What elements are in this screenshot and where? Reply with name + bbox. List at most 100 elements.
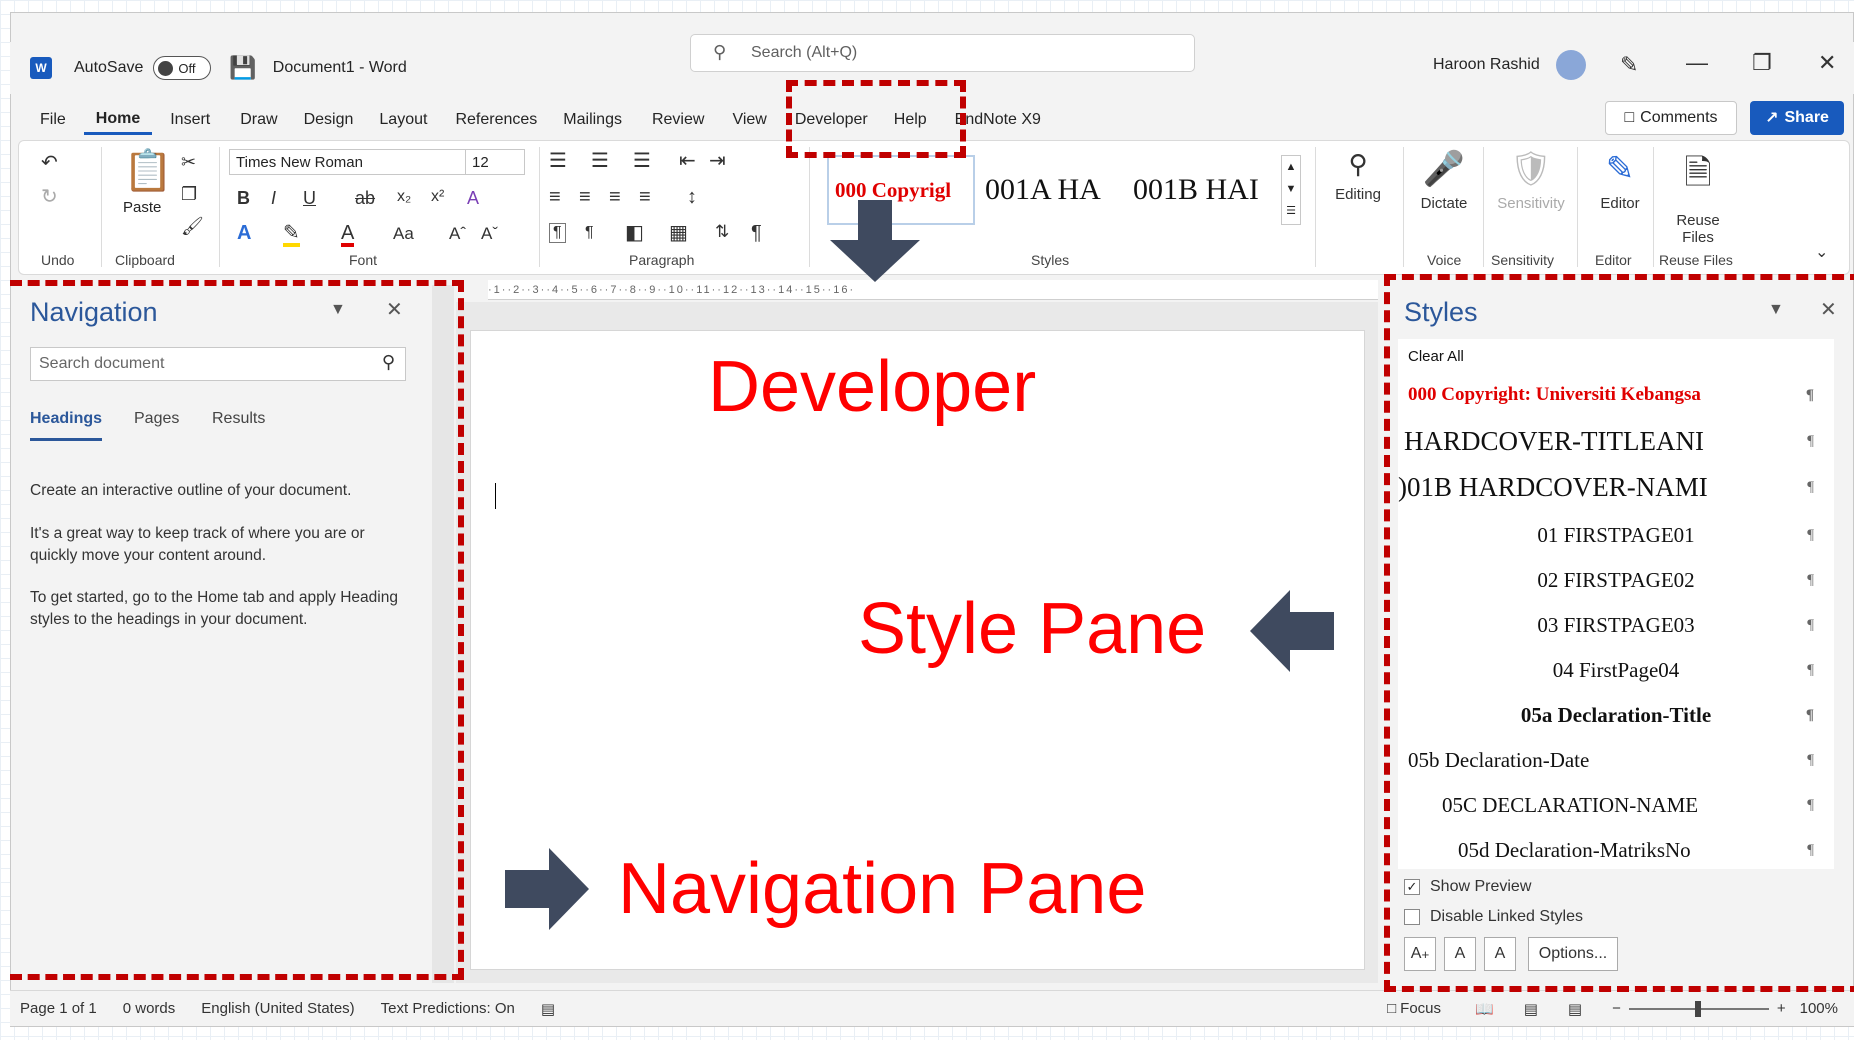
redo-icon[interactable]: ↻	[41, 187, 58, 207]
microphone-icon: 🎤	[1422, 150, 1466, 188]
page-count[interactable]: Page 1 of 1	[20, 1000, 97, 1017]
comments-label: Comments	[1640, 109, 1718, 126]
reuse-files-icon: 🗎	[1684, 154, 1712, 192]
reuse-label-2: Files	[1682, 229, 1714, 246]
tab-file[interactable]: File	[28, 105, 78, 135]
divider	[1315, 147, 1316, 267]
rtl-icon[interactable]: ¶	[585, 225, 594, 241]
tab-draw[interactable]: Draw	[228, 105, 289, 135]
zoom-out-icon[interactable]: −	[1612, 1000, 1621, 1017]
font-color-icon[interactable]: A	[341, 223, 355, 247]
comments-button[interactable]: □ Comments	[1605, 101, 1737, 135]
font-name-dropdown[interactable]: Times New Roman	[229, 149, 479, 175]
autosave-toggle[interactable]: Off	[153, 56, 212, 80]
shading-icon[interactable]: ◧	[625, 223, 644, 243]
underline-icon[interactable]: U	[303, 189, 316, 207]
user-name[interactable]: Haroon Rashid	[1433, 56, 1540, 74]
divider	[1403, 147, 1404, 267]
dictate-button[interactable]: 🎤 Dictate	[1405, 149, 1483, 212]
close-icon[interactable]: ✕	[1818, 50, 1836, 76]
tab-view[interactable]: View	[720, 105, 778, 135]
save-icon[interactable]: 💾	[229, 55, 256, 81]
divider	[539, 147, 540, 267]
reuse-files-button[interactable]: 🗎 Reuse Files	[1659, 149, 1737, 246]
font-size-dropdown[interactable]: 12	[465, 149, 525, 175]
borders-icon[interactable]: ▦	[669, 223, 688, 243]
tab-design[interactable]: Design	[292, 105, 366, 135]
align-left-icon[interactable]: ≡	[549, 187, 561, 207]
editing-label: Editing	[1335, 186, 1381, 203]
web-layout-icon[interactable]: ▤	[1568, 1000, 1582, 1018]
toggle-knob	[158, 60, 174, 76]
zoom-slider[interactable]	[1628, 1000, 1769, 1017]
line-spacing-icon[interactable]: ↕	[687, 187, 697, 207]
print-layout-icon[interactable]: ▤	[1524, 1000, 1538, 1018]
divider	[1653, 147, 1654, 267]
style-gallery-scroll[interactable]: ▲ ▼ ☰	[1281, 155, 1301, 225]
show-marks-icon[interactable]: ¶	[751, 223, 762, 243]
tab-references[interactable]: References	[443, 105, 549, 135]
justify-icon[interactable]: ≡	[639, 187, 651, 207]
highlight-icon[interactable]: ✎	[283, 223, 300, 247]
focus-label[interactable]: Focus	[1400, 1000, 1441, 1017]
collapse-ribbon-icon[interactable]: ⌄	[1815, 245, 1828, 261]
tab-mailings[interactable]: Mailings	[551, 105, 634, 135]
tab-layout[interactable]: Layout	[367, 105, 439, 135]
horizontal-ruler[interactable]: ·1··2··3··4··5··6··7··8··9··10··11··12··…	[488, 280, 1378, 300]
text-effects-icon[interactable]: A	[237, 223, 251, 243]
style-gallery-item[interactable]: 001A HA	[979, 155, 1125, 225]
zoom-thumb[interactable]	[1694, 1000, 1701, 1017]
comment-icon: □	[1624, 109, 1635, 126]
style-gallery-item[interactable]: 001B HAI	[1127, 155, 1277, 225]
subscript-icon[interactable]: x₂	[397, 189, 411, 205]
avatar[interactable]	[1556, 50, 1586, 80]
navigation-pane-highlight-box	[10, 280, 464, 980]
pen-icon[interactable]: ✎	[1620, 52, 1638, 78]
align-right-icon[interactable]: ≡	[609, 187, 621, 207]
decrease-indent-icon[interactable]: ⇤	[679, 151, 696, 171]
focus-icon[interactable]: □	[1387, 1000, 1396, 1017]
shrink-font-icon[interactable]: Aˇ	[481, 225, 498, 242]
editor-icon: ✎	[1605, 150, 1635, 188]
search-box[interactable]: ⚲ Search (Alt+Q)	[690, 34, 1195, 72]
sensitivity-button[interactable]: 🛡 Sensitivity	[1489, 149, 1573, 212]
autosave-label: AutoSave	[74, 59, 144, 76]
language[interactable]: English (United States)	[201, 1000, 354, 1017]
tab-home[interactable]: Home	[83, 105, 153, 135]
change-case-icon[interactable]: Aa	[393, 225, 414, 242]
increase-indent-icon[interactable]: ⇥	[709, 151, 726, 171]
clear-formatting-icon[interactable]: A	[467, 189, 479, 207]
zoom-in-icon[interactable]: +	[1777, 1000, 1786, 1017]
multilevel-list-icon[interactable]: ☰	[633, 151, 651, 171]
cut-icon[interactable]: ✂	[181, 153, 196, 171]
format-painter-icon[interactable]: 🖌	[181, 217, 204, 235]
numbering-icon[interactable]: ☰	[591, 151, 609, 171]
zoom-level[interactable]: 100%	[1800, 1000, 1838, 1017]
paste-label[interactable]: Paste	[123, 199, 161, 216]
read-mode-icon[interactable]: 📖	[1475, 1000, 1494, 1018]
bullets-icon[interactable]: ☰	[549, 151, 567, 171]
paste-icon[interactable]: 📋	[123, 151, 173, 191]
tab-insert[interactable]: Insert	[158, 105, 222, 135]
restore-icon[interactable]: ❐	[1752, 50, 1772, 76]
sensitivity-icon: 🛡	[1509, 150, 1553, 188]
align-center-icon[interactable]: ≡	[579, 187, 591, 207]
ltr-icon[interactable]: ¶	[549, 223, 566, 243]
strikethrough-icon[interactable]: ab	[355, 189, 375, 207]
editing-button[interactable]: ⚲ Editing	[1319, 149, 1397, 203]
text-predictions[interactable]: Text Predictions: On	[381, 1000, 515, 1017]
word-count[interactable]: 0 words	[123, 1000, 176, 1017]
undo-icon[interactable]: ↶	[41, 153, 58, 173]
minimize-icon[interactable]: —	[1686, 50, 1708, 76]
accessibility-icon[interactable]: ▤	[541, 1000, 555, 1018]
italic-icon[interactable]: I	[271, 189, 276, 207]
copy-icon[interactable]: ❐	[181, 185, 197, 203]
bold-icon[interactable]: B	[237, 189, 250, 207]
grow-font-icon[interactable]: Aˆ	[449, 225, 466, 242]
superscript-icon[interactable]: x²	[431, 189, 444, 205]
share-button[interactable]: ↗ Share	[1750, 101, 1844, 135]
divider	[219, 147, 220, 267]
sort-icon[interactable]: ⇅	[715, 223, 729, 240]
editor-button[interactable]: ✎ Editor	[1581, 149, 1659, 212]
tab-review[interactable]: Review	[640, 105, 716, 135]
